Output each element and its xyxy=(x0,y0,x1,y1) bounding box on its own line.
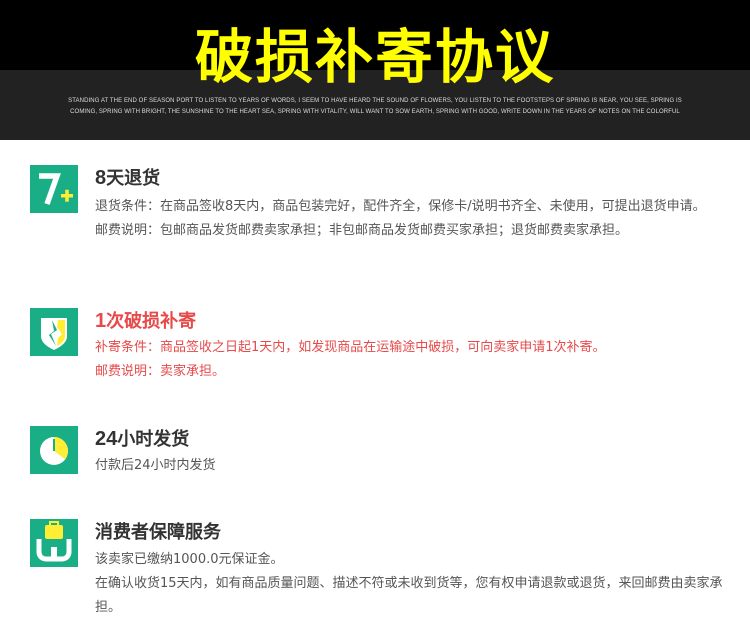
section-title: 1次破损补寄 xyxy=(95,308,196,335)
body-line: 该卖家已缴纳1000.0元保证金。 xyxy=(95,552,284,567)
section-title-text: 天退货 xyxy=(106,168,161,189)
body-line: 退货条件：在商品签收8天内，商品包装完好，配件齐全，保修卡/说明书齐全、未使用，… xyxy=(95,199,706,214)
clock-icon xyxy=(30,426,78,474)
body-line: 邮费说明：卖家承担。 xyxy=(95,364,226,379)
banner-subtitle: STANDING AT THE END OF SEASON PORT TO LI… xyxy=(68,98,682,115)
section-title-number: 8 xyxy=(95,167,107,189)
section-title: 8天退货 xyxy=(95,165,160,192)
body-line: 在确认收货15天内，如有商品质量问题、描述不符或未收到货等，您有权申请退款或退货… xyxy=(95,576,723,615)
body-line: 邮费说明：包邮商品发货邮费卖家承担；非包邮商品发货邮费买家承担；退货邮费卖家承担… xyxy=(95,223,629,238)
section-title: 消费者保障服务 xyxy=(95,519,221,546)
section-body: 该卖家已缴纳1000.0元保证金。 在确认收货15天内，如有商品质量问题、描述不… xyxy=(95,548,740,620)
banner: 破损补寄协议 STANDING AT THE END OF SEASON POR… xyxy=(0,0,750,140)
section-title-number: 1 xyxy=(95,310,107,332)
section-title-number: 24 xyxy=(95,428,118,450)
section-title: 24小时发货 xyxy=(95,426,189,453)
body-line: 补寄条件：商品签收之日起1天内，如发现商品在运输途中破损，可向卖家申请1次补寄。 xyxy=(95,340,606,355)
section-body: 补寄条件：商品签收之日起1天内，如发现商品在运输途中破损，可向卖家申请1次补寄。… xyxy=(95,336,740,384)
section-title-text: 次破损补寄 xyxy=(106,311,197,332)
guarantee-bag-icon xyxy=(30,519,78,567)
section-title-text: 小时发货 xyxy=(117,429,190,450)
section-body: 付款后24小时内发货 xyxy=(95,454,740,478)
seven-plus-icon xyxy=(30,165,78,213)
broken-shield-icon xyxy=(30,308,78,356)
body-line: 付款后24小时内发货 xyxy=(95,458,216,473)
section-body: 退货条件：在商品签收8天内，商品包装完好，配件齐全，保修卡/说明书齐全、未使用，… xyxy=(95,195,740,243)
banner-title: 破损补寄协议 xyxy=(194,23,555,91)
section-title-text: 消费者保障服务 xyxy=(95,522,221,543)
